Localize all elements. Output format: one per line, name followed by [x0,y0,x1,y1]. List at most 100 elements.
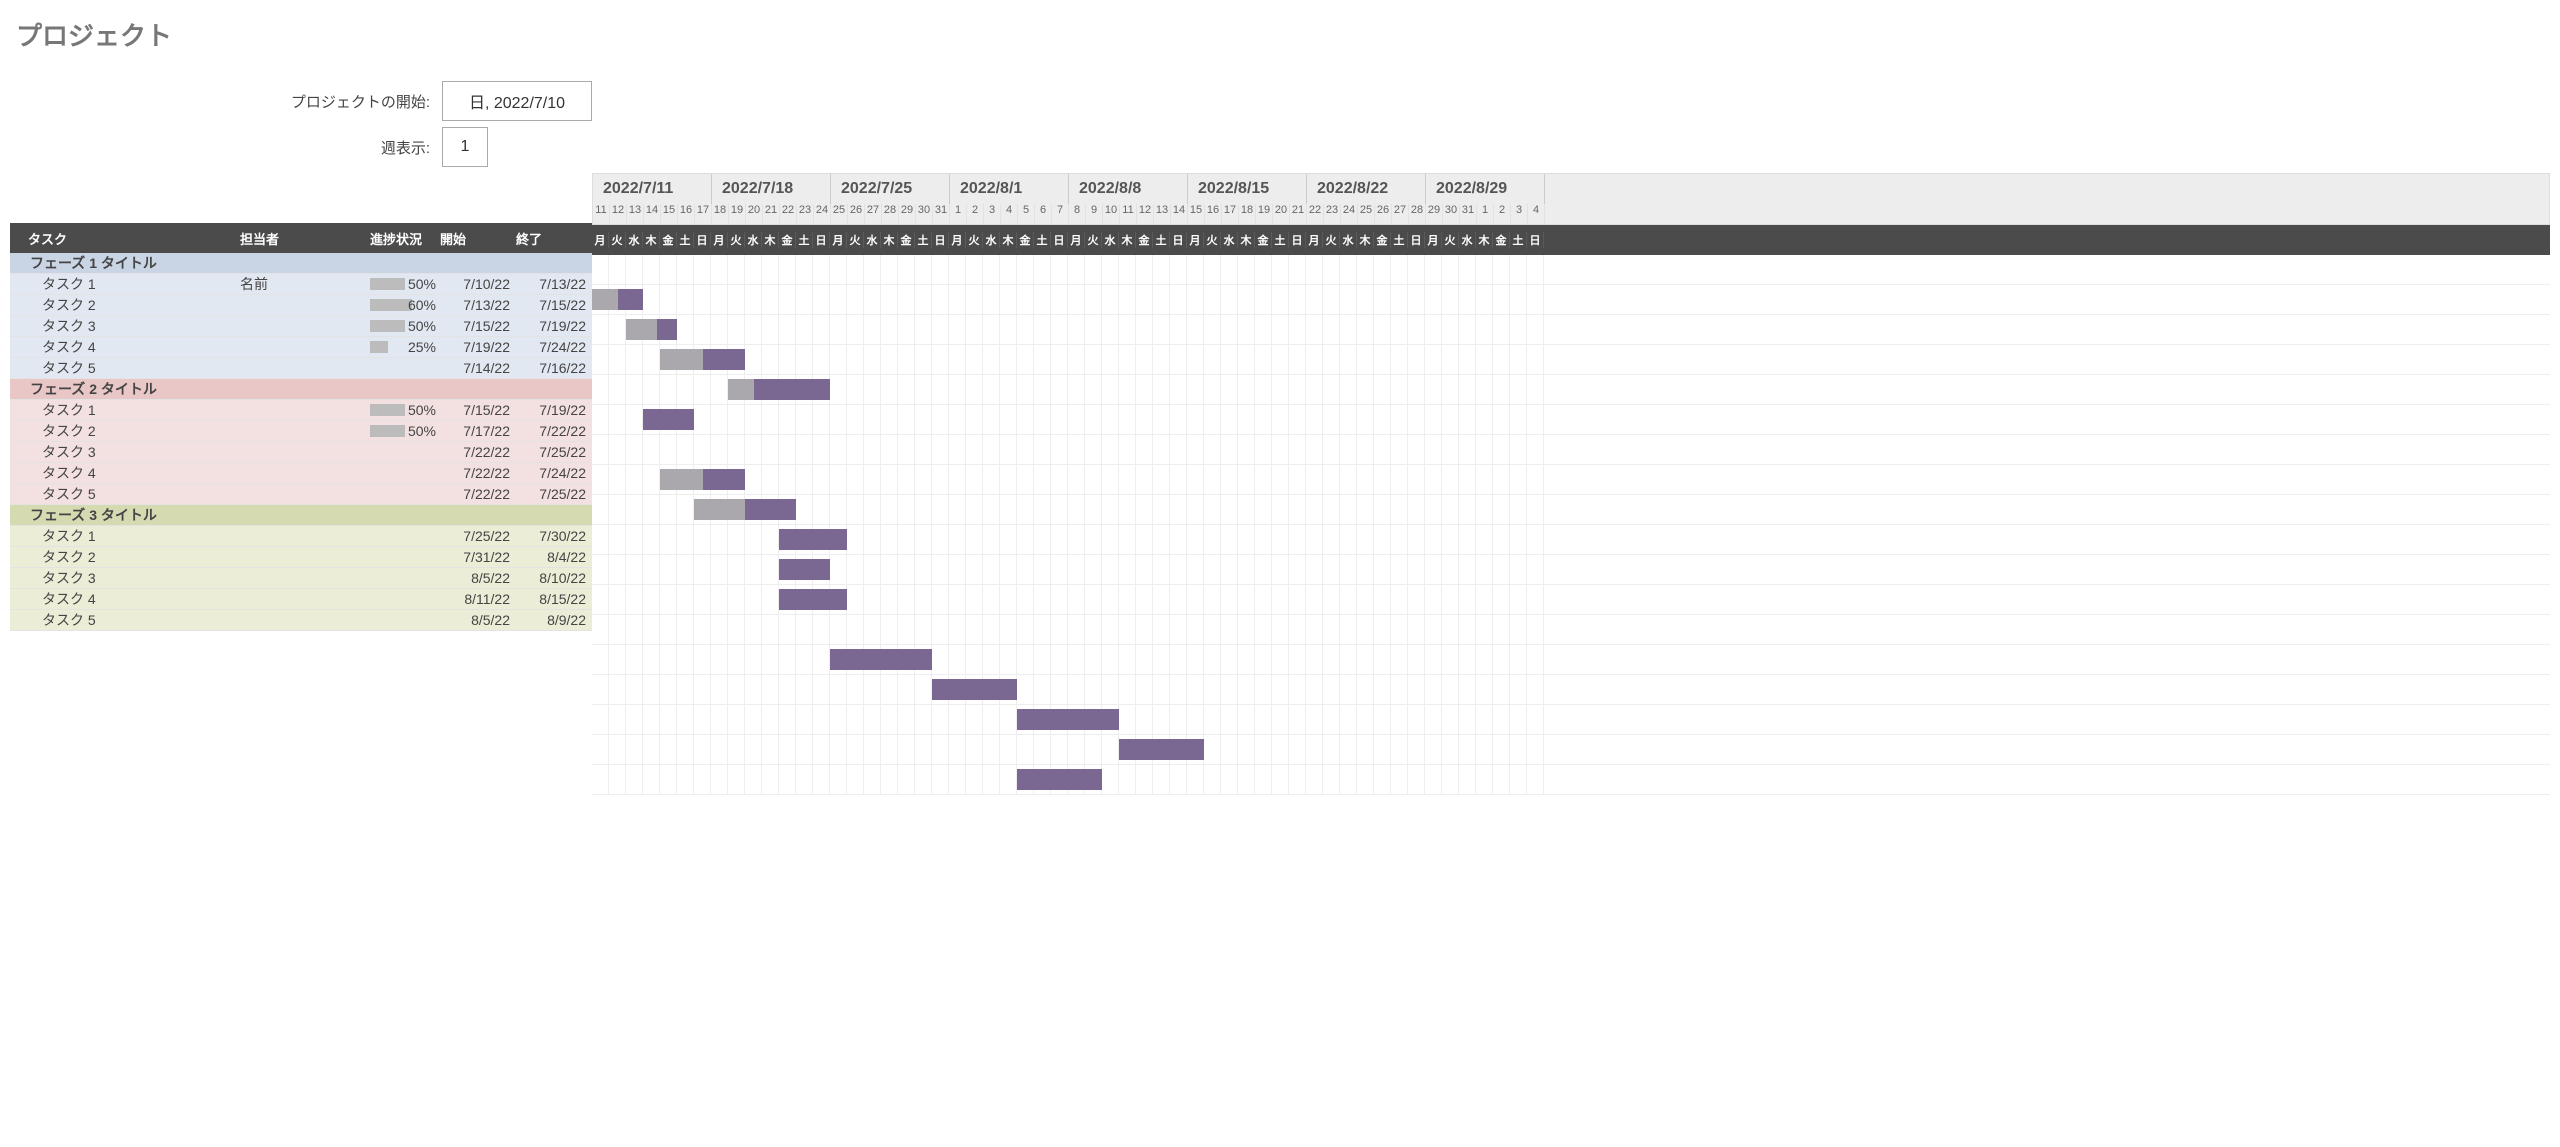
gantt-bar[interactable] [1017,709,1119,730]
task-end: 7/19/22 [516,318,592,334]
day-number: 14 [1171,204,1188,224]
gantt-bar[interactable] [694,499,796,520]
task-row[interactable]: タスク 260%7/13/227/15/22 [10,295,592,316]
gantt-bar[interactable] [660,469,745,490]
task-start: 8/5/22 [440,570,516,586]
weekday-cell: 日 [1170,232,1187,248]
weekday-cell: 木 [1119,232,1136,248]
task-row[interactable]: タスク 57/14/227/16/22 [10,358,592,379]
task-timeline-row [592,675,2550,705]
day-number: 17 [1222,204,1239,224]
task-timeline-row [592,735,2550,765]
weekday-cell: 土 [1272,232,1289,248]
task-row[interactable]: タスク 57/22/227/25/22 [10,484,592,505]
day-number: 10 [1103,204,1120,224]
day-number: 23 [1324,204,1341,224]
task-start: 7/25/22 [440,528,516,544]
task-row[interactable]: タスク 27/31/228/4/22 [10,547,592,568]
task-timeline-row [592,495,2550,525]
task-name: タスク 2 [10,547,240,567]
weekday-cell: 火 [1204,232,1221,248]
task-timeline-row [592,585,2550,615]
task-start: 7/22/22 [440,486,516,502]
day-number: 22 [1307,204,1324,224]
day-number: 21 [763,204,780,224]
gantt-bar[interactable] [1119,739,1204,760]
gantt-bar-progress [660,469,703,490]
day-number: 29 [899,204,916,224]
weekday-cell: 土 [1391,232,1408,248]
gantt-bar[interactable] [779,589,847,610]
task-start: 7/14/22 [440,360,516,376]
timeline-panel: 2022/7/112022/7/182022/7/252022/8/12022/… [592,173,2550,795]
gantt-bar[interactable] [779,559,830,580]
weekday-cell: 水 [1221,232,1238,248]
task-row[interactable]: タスク 38/5/228/10/22 [10,568,592,589]
week-display-value[interactable]: 1 [442,127,488,167]
task-row[interactable]: タスク 150%7/15/227/19/22 [10,400,592,421]
day-number: 18 [1239,204,1256,224]
task-name: タスク 1 [10,526,240,546]
gantt-bar[interactable] [643,409,694,430]
gantt-bar[interactable] [1017,769,1102,790]
task-end: 7/15/22 [516,297,592,313]
task-start: 7/15/22 [440,318,516,334]
day-number: 8 [1069,204,1086,224]
task-row[interactable]: タスク 1名前50%7/10/227/13/22 [10,274,592,295]
day-number: 28 [1409,204,1426,224]
week-header: 2022/8/15 [1188,174,1307,204]
task-start: 8/11/22 [440,591,516,607]
phase-header[interactable]: フェーズ 2 タイトル [10,379,592,400]
gantt-bar-progress [694,499,745,520]
task-progress: 50% [370,423,440,439]
task-name: タスク 5 [10,610,240,630]
task-timeline-row [592,765,2550,795]
gantt-bar[interactable] [728,379,830,400]
gantt-bar[interactable] [660,349,745,370]
weekday-cell: 水 [626,232,643,248]
day-number: 20 [1273,204,1290,224]
weekday-cell: 火 [1085,232,1102,248]
task-end: 7/24/22 [516,339,592,355]
task-row[interactable]: タスク 47/22/227/24/22 [10,463,592,484]
day-number: 1 [1477,204,1494,224]
gantt-bar[interactable] [592,289,643,310]
weekday-cell: 木 [1238,232,1255,248]
task-row[interactable]: タスク 17/25/227/30/22 [10,526,592,547]
phase-timeline-row [592,435,2550,465]
task-name: タスク 3 [10,568,240,588]
task-progress: 50% [370,276,440,292]
week-header: 2022/7/25 [831,174,950,204]
gantt-bar-progress [660,349,703,370]
task-row[interactable]: タスク 350%7/15/227/19/22 [10,316,592,337]
project-start-value[interactable]: 日, 2022/7/10 [442,81,592,121]
task-end: 7/19/22 [516,402,592,418]
day-number: 12 [610,204,627,224]
day-number: 26 [848,204,865,224]
task-row[interactable]: タスク 58/5/228/9/22 [10,610,592,631]
weekday-cell: 水 [1102,232,1119,248]
task-start: 7/22/22 [440,444,516,460]
day-number: 27 [865,204,882,224]
gantt-bar[interactable] [779,529,847,550]
weekday-cell: 金 [1374,232,1391,248]
weekday-cell: 土 [1153,232,1170,248]
task-row[interactable]: タスク 250%7/17/227/22/22 [10,421,592,442]
weekday-cell: 金 [1136,232,1153,248]
gantt-bar[interactable] [830,649,932,670]
gantt-bar[interactable] [932,679,1017,700]
week-header: 2022/7/11 [593,174,712,204]
day-number: 13 [627,204,644,224]
day-number: 31 [933,204,950,224]
col-assignee: 担当者 [240,229,370,248]
day-number: 11 [1120,204,1137,224]
task-start: 8/5/22 [440,612,516,628]
task-row[interactable]: タスク 48/11/228/15/22 [10,589,592,610]
weekday-cell: 土 [1034,232,1051,248]
phase-header[interactable]: フェーズ 3 タイトル [10,505,592,526]
gantt-bar[interactable] [626,319,677,340]
task-row[interactable]: タスク 37/22/227/25/22 [10,442,592,463]
phase-header[interactable]: フェーズ 1 タイトル [10,253,592,274]
day-number: 4 [1001,204,1018,224]
task-row[interactable]: タスク 425%7/19/227/24/22 [10,337,592,358]
